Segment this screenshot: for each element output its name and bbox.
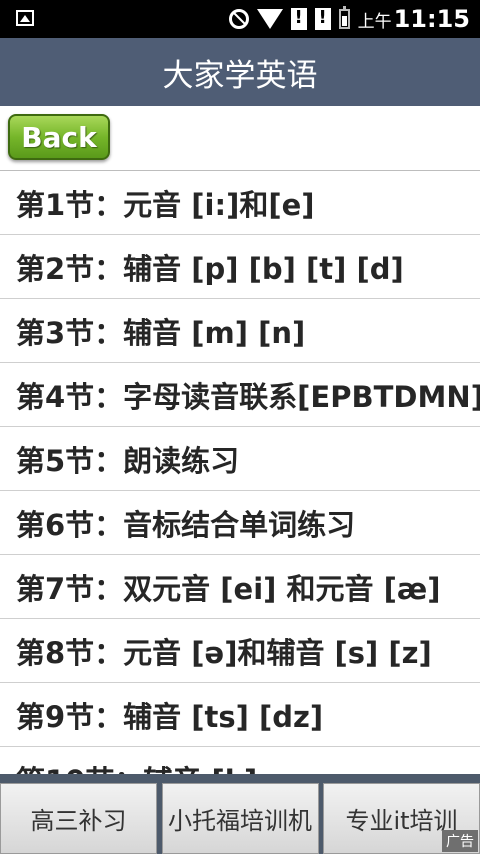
signal-alert-icon bbox=[314, 7, 331, 30]
toolbar: Back bbox=[0, 106, 480, 170]
ad-tab[interactable]: 高三补习 bbox=[0, 783, 157, 854]
status-right: 上午 11:15 bbox=[228, 0, 470, 38]
lesson-item[interactable]: 第10节：辅音 [k] bbox=[0, 747, 480, 776]
lesson-item[interactable]: 第9节：辅音 [ts] [dz] bbox=[0, 683, 480, 747]
ad-tab[interactable]: 小托福培训机 bbox=[161, 783, 319, 854]
lesson-item[interactable]: 第6节：音标结合单词练习 bbox=[0, 491, 480, 555]
do-not-disturb-icon bbox=[228, 9, 249, 29]
lesson-item[interactable]: 第5节：朗读练习 bbox=[0, 427, 480, 491]
clock: 11:15 bbox=[393, 5, 470, 33]
page-title: 大家学英语 bbox=[162, 57, 318, 94]
lesson-list[interactable]: 第1节：元音 [i:]和[e] 第2节：辅音 [p] [b] [t] [d] 第… bbox=[0, 170, 480, 775]
back-button[interactable]: Back bbox=[8, 114, 110, 160]
time-prefix: 上午 bbox=[357, 11, 392, 32]
wifi-icon bbox=[256, 9, 283, 29]
lesson-item[interactable]: 第4节：字母读音联系[EPBTDMN] bbox=[0, 363, 480, 427]
lesson-item[interactable]: 第8节：元音 [ə]和辅音 [s] [z] bbox=[0, 619, 480, 683]
lesson-item[interactable]: 第3节：辅音 [m] [n] bbox=[0, 299, 480, 363]
lesson-item[interactable]: 第1节：元音 [i:]和[e] bbox=[0, 171, 480, 235]
signal-alert-icon bbox=[290, 7, 307, 30]
lesson-item[interactable]: 第7节：双元音 [ei] 和元音 [æ] bbox=[0, 555, 480, 619]
image-notification-icon bbox=[16, 10, 34, 26]
lesson-item[interactable]: 第2节：辅音 [p] [b] [t] [d] bbox=[0, 235, 480, 299]
ad-banner: 高三补习 小托福培训机 专业it培训 广告 bbox=[0, 774, 480, 854]
status-bar: 上午 11:15 bbox=[0, 0, 480, 38]
ad-label: 广告 bbox=[442, 830, 478, 852]
battery-icon bbox=[338, 6, 350, 29]
title-bar: 大家学英语 bbox=[0, 38, 480, 106]
